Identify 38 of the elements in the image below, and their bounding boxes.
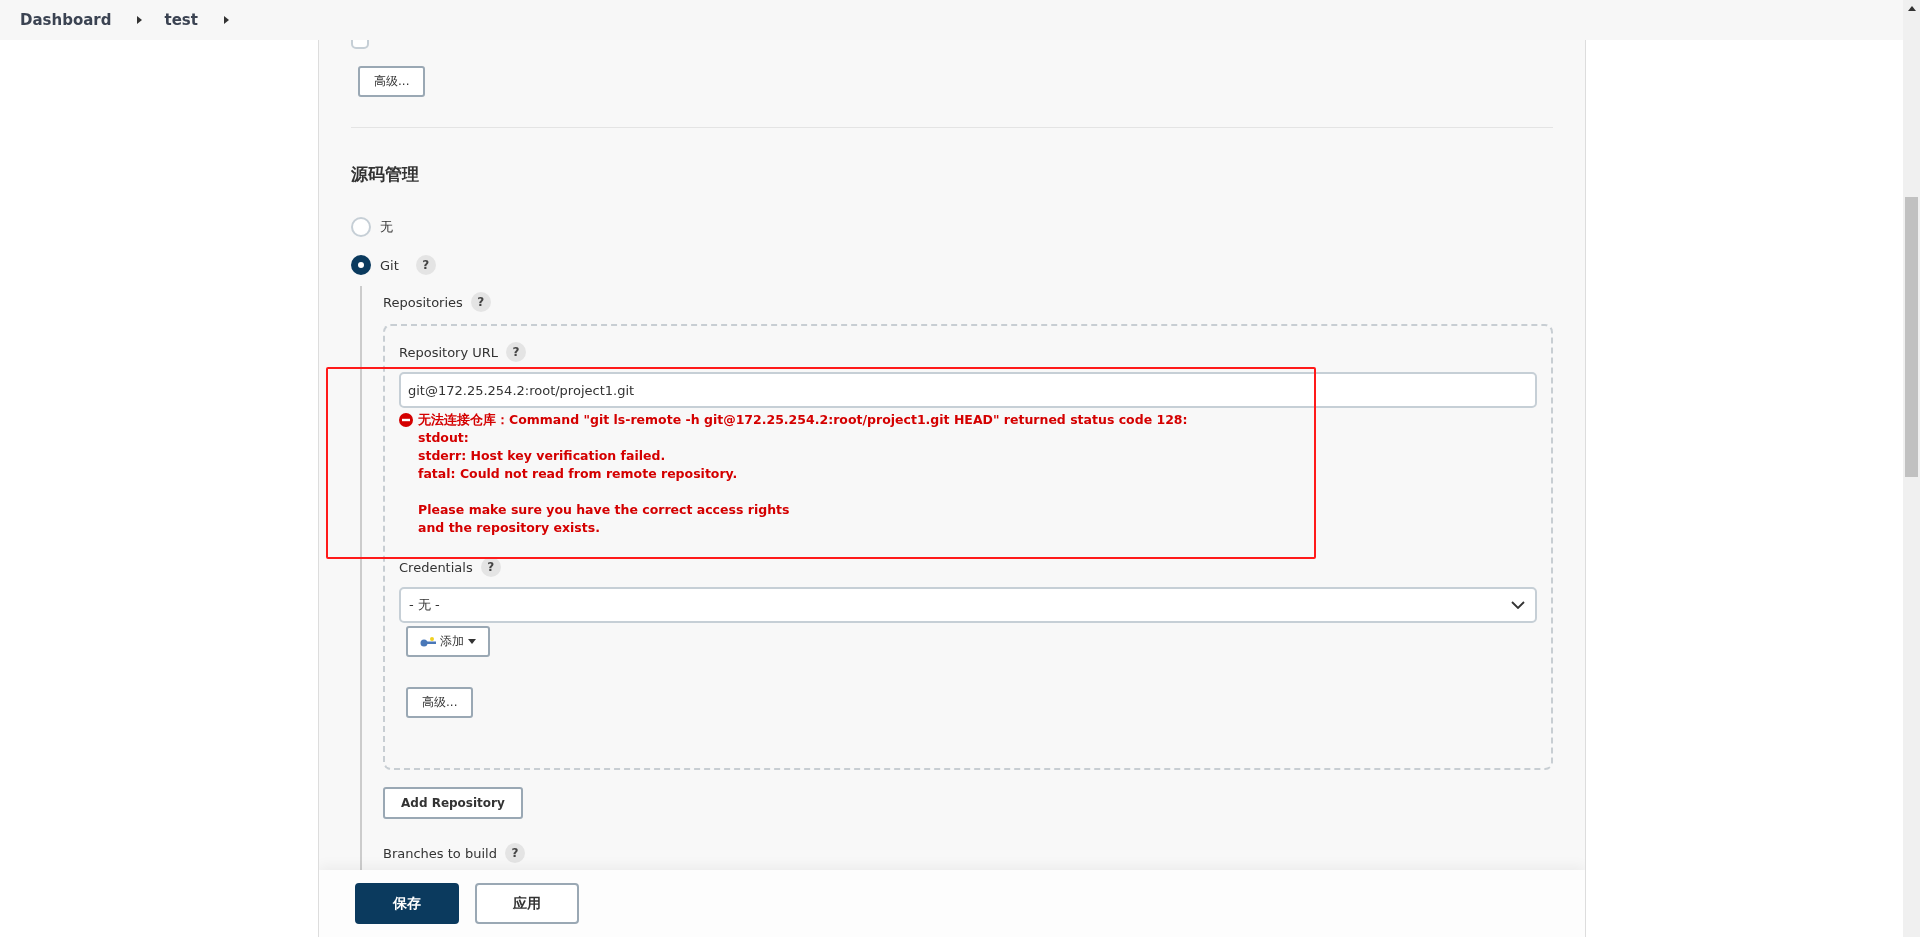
help-icon[interactable]: ?	[504, 843, 525, 863]
section-title: 源码管理	[351, 163, 420, 186]
scrollbar[interactable]	[1903, 0, 1920, 937]
error-message: Please make sure you have the correct access rights	[417, 501, 791, 519]
field-label: Repositories	[383, 294, 463, 310]
radio-label: 无	[380, 218, 393, 236]
error-message: stderr: Host key verification failed.	[417, 447, 667, 465]
save-button[interactable]: 保存	[355, 883, 459, 924]
error-icon	[399, 413, 413, 427]
radio-button[interactable]	[351, 255, 371, 275]
advanced-button[interactable]: 高级...	[406, 687, 474, 718]
error-message: stdout:	[417, 429, 470, 447]
field-label: Branches to build	[383, 845, 497, 861]
breadcrumb-link[interactable]: test	[164, 11, 198, 29]
breadcrumb-link[interactable]: Dashboard	[20, 11, 112, 29]
radio-label: Git	[380, 257, 399, 273]
error-message: and the repository exists.	[417, 519, 601, 537]
error-message: fatal: Could not read from remote repository.	[417, 465, 739, 483]
add-repository-button[interactable]: Add Repository	[383, 787, 523, 819]
scrollbar-thumb[interactable]	[1905, 197, 1918, 477]
help-icon[interactable]: ?	[506, 342, 527, 362]
scroll-up-icon[interactable]	[1907, 6, 1916, 11]
credentials-dropdown[interactable]: - 无 -	[399, 587, 1537, 623]
field-label: Repository URL	[399, 344, 499, 360]
key-icon	[420, 636, 436, 647]
advanced-button[interactable]: 高级...	[358, 66, 426, 97]
help-icon[interactable]: ?	[470, 292, 491, 312]
error-message: 无法连接仓库：Command "git ls-remote -h git@172.25.254.2:root/project1.git HEAD" returned status code 128:	[418, 411, 1188, 429]
chevron-down-icon	[1511, 601, 1525, 609]
help-icon[interactable]: ?	[415, 255, 436, 275]
caret-icon[interactable]	[137, 16, 143, 24]
add-button[interactable]: 添加	[406, 626, 490, 657]
caret-icon	[468, 639, 476, 644]
help-icon[interactable]: ?	[480, 557, 501, 577]
apply-button[interactable]: 应用	[475, 883, 579, 924]
caret-icon[interactable]	[223, 16, 229, 24]
field-label: Credentials	[399, 559, 473, 575]
url-field[interactable]: git@172.25.254.2:root/project1.git	[399, 372, 1537, 408]
